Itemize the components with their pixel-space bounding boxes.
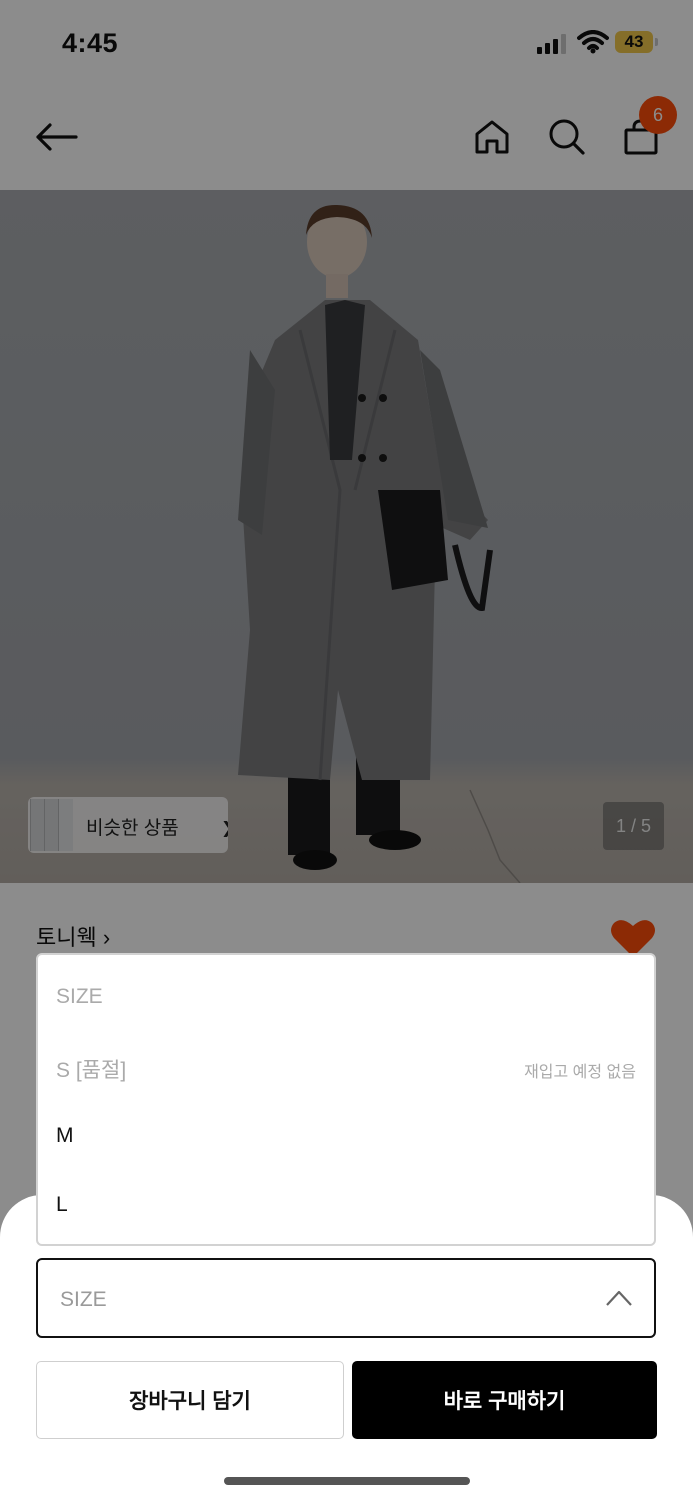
size-option-label: M — [56, 1124, 74, 1147]
wifi-icon — [577, 30, 609, 54]
cellular-signal-icon — [537, 34, 566, 54]
search-button[interactable] — [542, 112, 592, 162]
size-option-l[interactable]: L — [38, 1171, 654, 1239]
status-bar: 4:45 43 — [0, 0, 693, 88]
size-option-m[interactable]: M — [38, 1102, 654, 1170]
chevron-right-icon: ❯ — [221, 818, 228, 838]
size-option-label: SIZE — [56, 985, 103, 1008]
similar-products-label: 비슷한 상품 — [86, 818, 179, 839]
similar-products-button[interactable]: 비슷한 상품 ❯ — [28, 797, 228, 853]
chevron-up-icon — [606, 1290, 632, 1306]
back-arrow-icon — [36, 123, 78, 151]
buy-now-button[interactable]: 바로 구매하기 — [352, 1361, 657, 1439]
size-select[interactable]: SIZE — [36, 1258, 656, 1338]
home-button[interactable] — [467, 112, 517, 162]
home-indicator — [224, 1477, 470, 1485]
size-options-dropdown: SIZE S [품절] 재입고 예정 없음 M L — [36, 953, 656, 1246]
model-photo — [238, 204, 521, 883]
size-option-label: S [품절] — [56, 1059, 127, 1082]
heart-icon[interactable] — [610, 918, 656, 958]
size-option-s: S [품절] 재입고 예정 없음 — [38, 1032, 654, 1100]
similar-thumbnails — [28, 797, 73, 853]
size-option-label: L — [56, 1193, 68, 1216]
product-image[interactable]: 비슷한 상품 ❯ 1 / 5 — [0, 190, 693, 883]
top-nav — [0, 88, 693, 190]
back-button[interactable] — [31, 112, 81, 162]
status-time: 4:45 — [62, 28, 119, 58]
cart-count-badge: 6 — [639, 96, 677, 134]
size-option-placeholder: SIZE — [38, 963, 654, 1031]
search-icon — [549, 119, 585, 155]
home-icon — [475, 120, 509, 154]
brand-link[interactable]: 토니웩 › — [36, 920, 110, 952]
battery-level: 43 — [615, 31, 653, 53]
add-to-cart-button[interactable]: 장바구니 담기 — [36, 1361, 344, 1439]
image-page-indicator: 1 / 5 — [603, 802, 664, 850]
battery-icon: 43 — [615, 31, 659, 55]
size-select-label: SIZE — [60, 1288, 107, 1311]
restock-note: 재입고 예정 없음 — [524, 1064, 636, 1081]
